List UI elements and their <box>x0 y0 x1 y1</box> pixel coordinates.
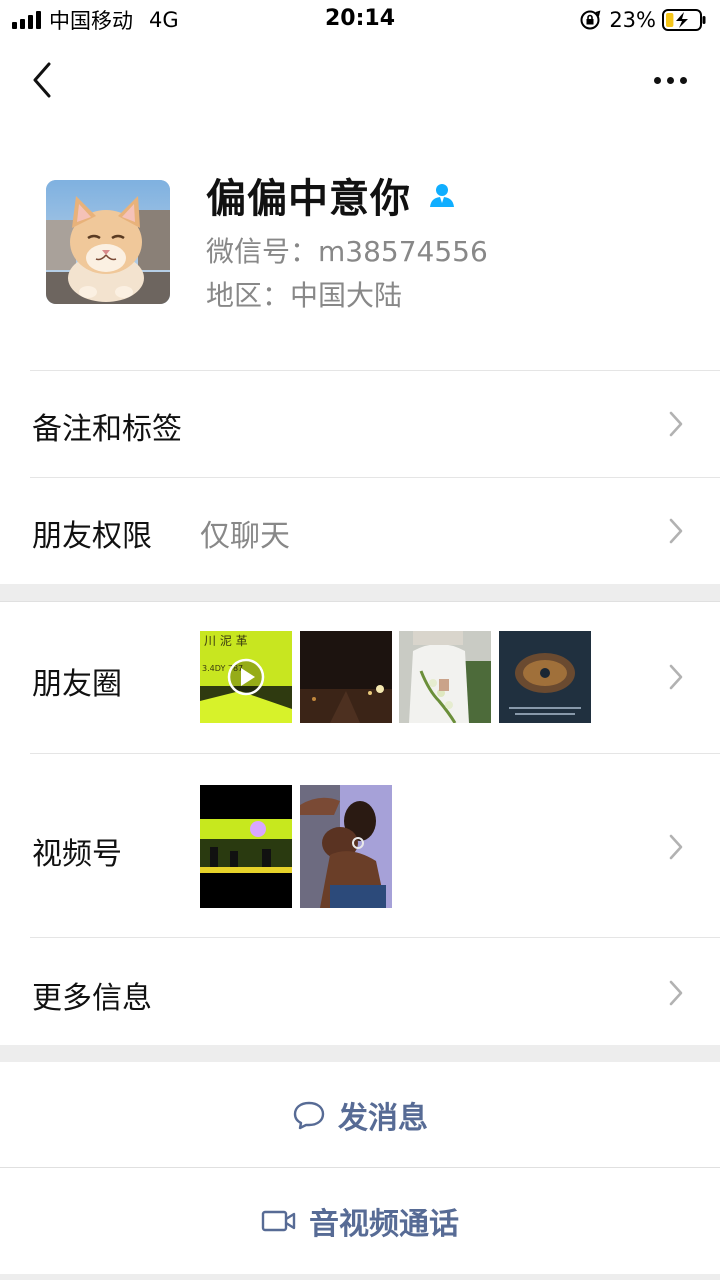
audio-video-call-label: 音视频通话 <box>309 1207 459 1242</box>
moments-thumbnail <box>499 631 591 723</box>
profile-header: 偏偏中意你 微信号：m38574556 地区：中国大陆 <box>0 120 720 370</box>
back-button[interactable] <box>24 60 60 100</box>
chevron-right-icon <box>669 518 683 544</box>
row-label: 朋友圈 <box>32 667 122 702</box>
status-right: 23% <box>579 6 706 34</box>
row-value: 仅聊天 <box>200 519 290 554</box>
cat-avatar-image <box>46 180 170 304</box>
row-label: 视频号 <box>32 837 122 872</box>
row-label: 朋友权限 <box>32 519 152 554</box>
status-bar: 中国移动 4G 20:14 23% <box>0 0 720 40</box>
avatar[interactable] <box>46 180 170 304</box>
moments-thumbnail: 川 泥 革 3.4DY 787 <box>200 631 292 723</box>
row-moments[interactable]: 朋友圈 川 泥 革 3.4DY 787 <box>0 601 720 753</box>
contact-person-icon <box>430 184 454 207</box>
more-options-button[interactable] <box>646 62 694 98</box>
nickname: 偏偏中意你 <box>206 176 411 222</box>
chevron-right-icon <box>669 980 683 1006</box>
row-channels[interactable]: 视频号 <box>0 753 720 937</box>
channels-thumbnail <box>300 785 392 908</box>
wechat-id: 微信号：m38574556 <box>206 235 488 268</box>
nickname-row: 偏偏中意你 <box>206 168 457 222</box>
chevron-right-icon <box>669 834 683 860</box>
more-dots-icon <box>653 76 661 84</box>
content-group: 朋友圈 川 泥 革 3.4DY 787 视频号 更多信息 <box>0 601 720 1045</box>
row-friend-permissions[interactable]: 朋友权限 仅聊天 <box>0 477 720 584</box>
video-camera-icon <box>261 1210 296 1232</box>
battery-charging-icon <box>662 9 706 31</box>
moments-thumbnail <box>300 631 392 723</box>
chevron-right-icon <box>669 411 683 437</box>
audio-video-call-button[interactable]: 音视频通话 <box>0 1168 720 1274</box>
region: 地区：中国大陆 <box>206 279 403 312</box>
row-more-info[interactable]: 更多信息 <box>0 937 720 1045</box>
chevron-right-icon <box>669 664 683 690</box>
chat-bubble-icon <box>293 1101 325 1129</box>
nav-bar <box>0 40 720 120</box>
row-label: 备注和标签 <box>32 412 182 447</box>
settings-group: 备注和标签 朋友权限 仅聊天 <box>0 370 720 584</box>
contact-profile-screen: 中国移动 4G 20:14 23% 偏偏中意你 微信号：m38574556 地区… <box>0 0 720 1280</box>
orientation-lock-icon <box>580 10 601 30</box>
send-message-button[interactable]: 发消息 <box>0 1062 720 1167</box>
chevron-left-icon <box>33 62 51 98</box>
moments-thumbnail <box>399 631 491 723</box>
battery-percent: 23% <box>609 8 656 32</box>
row-label: 更多信息 <box>32 981 152 1016</box>
svg-text:川 泥 革: 川 泥 革 <box>204 634 248 648</box>
row-remarks-tags[interactable]: 备注和标签 <box>0 370 720 477</box>
send-message-label: 发消息 <box>338 1100 428 1136</box>
channels-thumbnail <box>200 785 292 908</box>
